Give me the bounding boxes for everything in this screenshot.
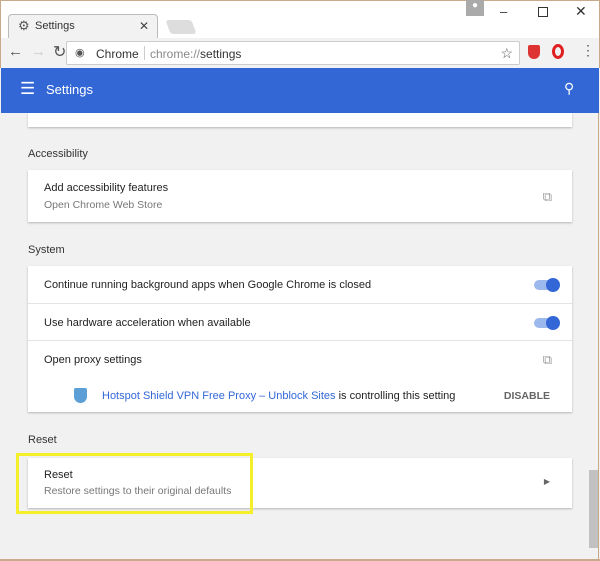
item-title: Add accessibility features <box>44 182 169 194</box>
minimize-icon[interactable]: – <box>500 4 507 19</box>
settings-header: ☰ Settings ⚲ <box>1 68 599 113</box>
gear-icon: ⚙ <box>18 18 30 33</box>
extension-notice: Hotspot Shield VPN Free Proxy – Unblock … <box>102 390 455 402</box>
background-apps-row[interactable]: Continue running background apps when Go… <box>28 266 572 303</box>
hamburger-icon[interactable]: ☰ <box>20 79 35 99</box>
highlight-box <box>16 453 253 514</box>
system-card: Continue running background apps when Go… <box>28 266 572 412</box>
menu-dots-icon[interactable]: ⋮ <box>581 42 595 59</box>
omnibox[interactable]: ◉ Chrome chrome://settings ☆ <box>66 41 520 65</box>
back-icon[interactable]: ← <box>8 43 23 60</box>
previous-card <box>28 113 572 127</box>
section-reset: Reset <box>28 434 57 446</box>
tab-title: Settings <box>35 20 75 32</box>
close-tab-icon[interactable]: ✕ <box>139 19 149 33</box>
row-label: Use hardware acceleration when available <box>44 317 251 329</box>
chevron-right-icon: ▶ <box>543 477 550 486</box>
row-label: Open proxy settings <box>44 354 142 366</box>
section-system: System <box>28 244 65 256</box>
reload-icon[interactable]: ↻ <box>53 42 66 62</box>
external-link-icon[interactable]: ⧉ <box>543 352 552 368</box>
proxy-settings-row[interactable]: Open proxy settings ⧉ Hotspot Shield VPN… <box>28 340 572 412</box>
disable-button[interactable]: DISABLE <box>504 390 550 402</box>
new-tab-button[interactable] <box>165 20 197 34</box>
forward-icon[interactable]: → <box>31 43 46 60</box>
site-chip: Chrome <box>96 47 139 61</box>
hotspot-shield-icon <box>74 388 87 403</box>
chrome-icon: ◉ <box>75 47 85 59</box>
star-icon[interactable]: ☆ <box>500 45 513 62</box>
add-accessibility-features[interactable]: Add accessibility features Open Chrome W… <box>28 170 572 222</box>
hardware-acceleration-toggle[interactable] <box>534 316 560 330</box>
close-window-icon[interactable]: ✕ <box>575 3 587 20</box>
scrollbar[interactable] <box>588 113 599 561</box>
opera-extension-icon[interactable] <box>552 44 564 59</box>
shield-extension-icon[interactable] <box>528 45 540 59</box>
page-title: Settings <box>46 82 93 97</box>
item-subtitle: Open Chrome Web Store <box>44 199 163 211</box>
search-icon[interactable]: ⚲ <box>564 80 574 97</box>
background-apps-toggle[interactable] <box>534 278 560 292</box>
extension-link[interactable]: Hotspot Shield VPN Free Proxy – Unblock … <box>102 390 336 402</box>
url-text: chrome://settings <box>150 47 241 61</box>
maximize-icon[interactable] <box>538 7 548 17</box>
divider <box>144 46 145 60</box>
section-accessibility: Accessibility <box>28 148 88 160</box>
external-link-icon[interactable]: ⧉ <box>543 189 552 205</box>
extension-text: is controlling this setting <box>335 390 456 402</box>
profile-icon[interactable]: ● <box>466 0 484 16</box>
hardware-acceleration-row[interactable]: Use hardware acceleration when available <box>28 303 572 340</box>
url-path: settings <box>200 47 242 61</box>
scrollbar-thumb[interactable] <box>589 470 598 548</box>
url-prefix: chrome:// <box>150 47 201 61</box>
row-label: Continue running background apps when Go… <box>44 279 372 291</box>
tab-settings[interactable]: ⚙ Settings ✕ <box>8 14 158 38</box>
